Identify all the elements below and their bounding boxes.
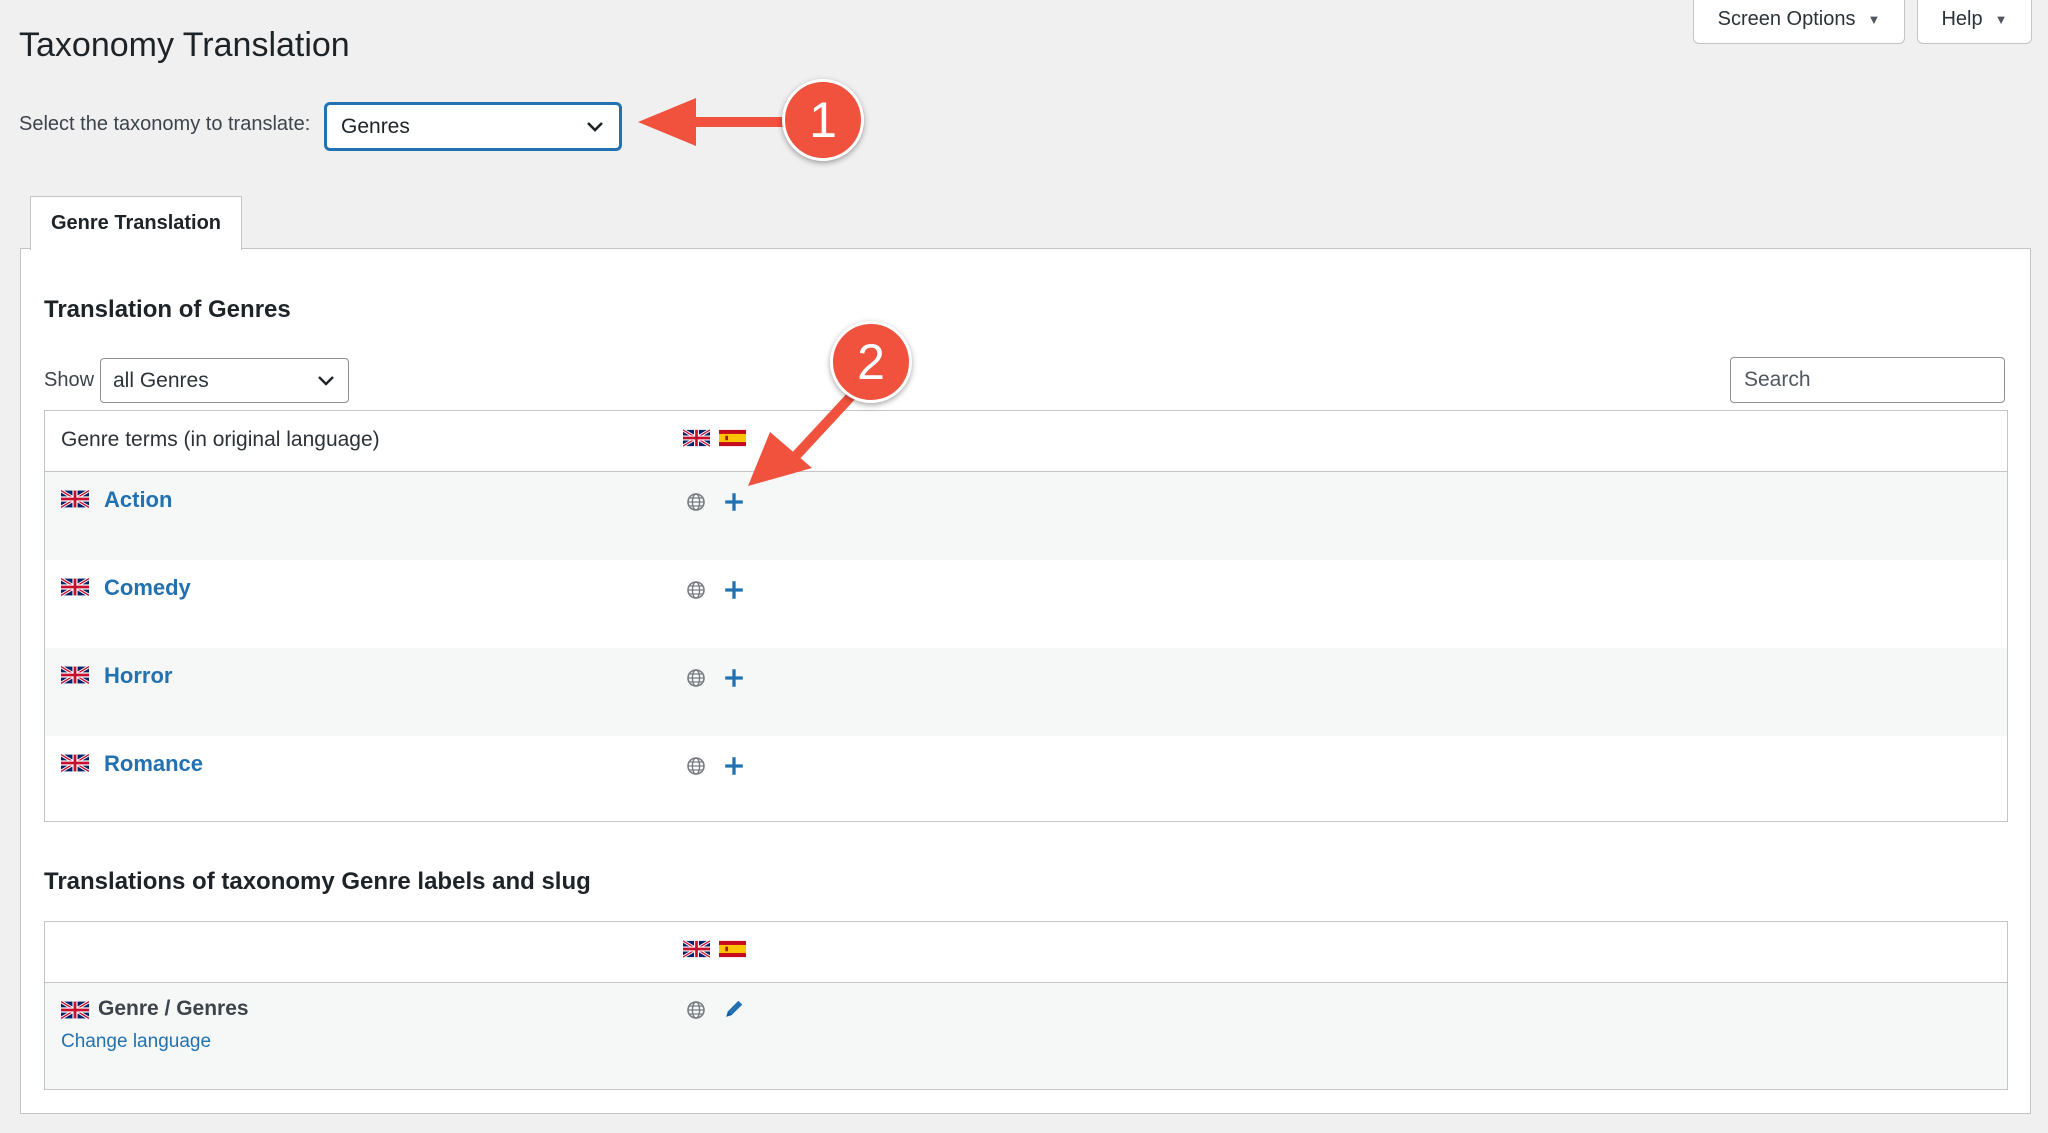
terms-table-header: Genre terms (in original language) <box>45 411 2007 472</box>
uk-flag-icon <box>683 940 710 958</box>
table-row: Romance <box>45 736 2007 824</box>
screen-options-label: Screen Options <box>1717 8 1856 30</box>
annotation-marker-1: 1 <box>782 79 864 161</box>
column-header-original: Genre terms (in original language) <box>61 428 380 451</box>
labels-table: Genre / Genres Change language <box>44 921 2008 1090</box>
triangle-down-icon: ▼ <box>1867 12 1881 27</box>
triangle-down-icon: ▼ <box>1994 12 2008 27</box>
labels-section-heading: Translations of taxonomy Genre labels an… <box>44 868 591 895</box>
spain-flag-icon <box>719 940 746 958</box>
annotation-marker-2: 2 <box>830 321 912 403</box>
plus-icon[interactable] <box>723 667 745 689</box>
uk-flag-icon <box>61 490 89 508</box>
search-input[interactable] <box>1730 357 2005 403</box>
chevron-down-icon <box>587 121 603 132</box>
table-row: Horror <box>45 648 2007 736</box>
table-row: Action <box>45 472 2007 560</box>
globe-icon <box>686 756 706 776</box>
help-button[interactable]: Help ▼ <box>1917 0 2032 44</box>
pencil-icon[interactable] <box>723 998 745 1020</box>
table-row: Genre / Genres Change language <box>45 983 2007 1089</box>
plus-icon[interactable] <box>723 755 745 777</box>
term-link[interactable]: Horror <box>104 663 172 689</box>
change-language-link[interactable]: Change language <box>61 1031 211 1053</box>
help-label: Help <box>1941 8 1983 30</box>
term-link[interactable]: Comedy <box>104 575 191 601</box>
page-title: Taxonomy Translation <box>19 26 350 64</box>
uk-flag-icon <box>61 578 89 596</box>
terms-table: Genre terms (in original language) Actio… <box>44 410 2008 822</box>
term-link[interactable]: Romance <box>104 751 203 777</box>
show-filter-value: all Genres <box>113 368 209 392</box>
globe-icon <box>686 492 706 512</box>
globe-icon <box>686 1000 706 1020</box>
screen-options-button[interactable]: Screen Options ▼ <box>1693 0 1905 44</box>
uk-flag-icon <box>61 666 89 684</box>
term-link[interactable]: Action <box>104 487 172 513</box>
uk-flag-icon <box>61 1001 89 1019</box>
chevron-down-icon <box>318 375 334 386</box>
label-name: Genre / Genres <box>98 997 249 1020</box>
taxonomy-select[interactable]: Genres <box>325 103 621 150</box>
uk-flag-icon <box>61 754 89 772</box>
terms-section-heading: Translation of Genres <box>44 296 291 323</box>
labels-table-header <box>45 922 2007 983</box>
globe-icon <box>686 668 706 688</box>
show-filter-label: Show <box>44 369 95 391</box>
table-row: Comedy <box>45 560 2007 648</box>
tab-genre-translation[interactable]: Genre Translation <box>30 196 242 250</box>
show-filter-select[interactable]: all Genres <box>100 358 349 403</box>
globe-icon <box>686 580 706 600</box>
uk-flag-icon <box>683 429 710 447</box>
taxonomy-select-value: Genres <box>341 114 410 138</box>
plus-icon[interactable] <box>723 579 745 601</box>
taxonomy-select-label: Select the taxonomy to translate: <box>19 113 311 135</box>
